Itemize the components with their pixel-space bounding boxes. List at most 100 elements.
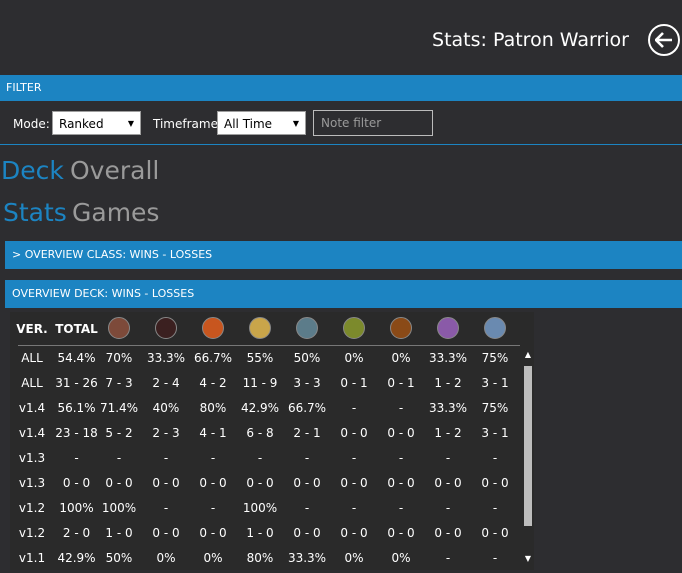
stat-cell: 0 - 0 — [387, 526, 415, 540]
stat-cell: - — [210, 451, 216, 465]
stat-cell: 0 - 0 — [387, 426, 415, 440]
arrow-left-icon — [655, 32, 672, 48]
stat-cell: 1 - 2 — [434, 426, 462, 440]
stat-cell: 75% — [481, 401, 509, 415]
mode-label: Mode: — [13, 117, 50, 131]
stat-cell: 0% — [344, 551, 364, 565]
stat-cell: 31 - 26 — [55, 376, 98, 390]
stat-cell: 1 - 0 — [105, 526, 133, 540]
stat-cell: 3 - 1 — [481, 426, 509, 440]
stat-cell: - — [163, 501, 169, 515]
tab-stats[interactable]: Stats — [3, 198, 67, 227]
rogue-icon — [155, 317, 177, 339]
stat-cell: 0 - 0 — [152, 476, 180, 490]
stat-cell: - — [492, 451, 498, 465]
priest-icon — [437, 317, 459, 339]
overview-class-header[interactable]: > OVERVIEW CLASS: WINS - LOSSES — [5, 241, 682, 269]
chevron-down-icon: ▼ — [127, 119, 134, 128]
table-row: v1.3 - - - - - - - - - - — [10, 446, 520, 471]
stat-cell: - — [445, 451, 451, 465]
column-header-total: TOTAL — [55, 322, 98, 336]
table-row: v1.4 56.1% 71.4% 40% 80% 42.9% 66.7% - - 33.3% 75% — [10, 396, 520, 421]
mode-select[interactable]: Ranked ▼ — [52, 111, 141, 135]
stat-cell: 3 - 3 — [293, 376, 321, 390]
table-row: ALL 54.4% 70% 33.3% 66.7% 55% 50% 0% 0% 33.3% 75% — [10, 346, 520, 371]
stat-cell: - — [163, 451, 169, 465]
stat-cell: - — [398, 401, 404, 415]
stat-cell: 0 - 0 — [246, 476, 274, 490]
stat-cell: 33.3% — [428, 351, 468, 365]
column-header-version: VER. — [16, 322, 48, 336]
stat-cell: 70% — [105, 351, 133, 365]
filter-section-header: FILTER — [0, 75, 682, 101]
back-button[interactable] — [648, 24, 680, 56]
stat-cell: 0 - 0 — [340, 426, 368, 440]
stat-cell: - — [445, 551, 451, 565]
stat-cell: 80% — [199, 401, 227, 415]
stat-cell: 100% — [242, 501, 278, 515]
stat-cell: 2 - 0 — [62, 526, 91, 540]
stat-cell: 100% — [101, 501, 137, 515]
table-row: ALL 31 - 26 7 - 3 2 - 4 4 - 2 11 - 9 3 - 3 0 - … — [10, 371, 520, 396]
vertical-scrollbar[interactable]: ▲ ▼ — [522, 350, 534, 570]
tab-deck[interactable]: Deck — [1, 156, 64, 185]
stat-cell: 1 - 0 — [246, 526, 274, 540]
stat-cell: - — [445, 501, 451, 515]
stat-cell: 71.4% — [99, 401, 139, 415]
timeframe-label: Timeframe: — [153, 117, 222, 131]
stat-cell: 0% — [156, 551, 176, 565]
stat-cell: - — [304, 451, 310, 465]
stat-cell: 66.7% — [287, 401, 327, 415]
stat-cell: 2 - 3 — [152, 426, 180, 440]
warlock-icon — [390, 317, 412, 339]
stat-cell: 33.3% — [287, 551, 327, 565]
paladin-icon — [249, 317, 271, 339]
stat-cell: 2 - 4 — [152, 376, 180, 390]
scrollbar-thumb[interactable] — [524, 366, 532, 526]
page-title: Stats: Patron Warrior — [432, 29, 629, 51]
stat-cell: - — [304, 501, 310, 515]
note-filter-input[interactable]: Note filter — [313, 110, 433, 136]
stat-cell: 100% — [59, 501, 94, 515]
stat-cell: 0 - 0 — [62, 476, 91, 490]
stat-cell: 56.1% — [57, 401, 96, 415]
mage-icon — [202, 317, 224, 339]
stat-cell: 50% — [105, 551, 133, 565]
stat-cell: 5 - 2 — [105, 426, 133, 440]
overview-deck-header[interactable]: OVERVIEW DECK: WINS - LOSSES — [5, 280, 682, 308]
stat-cell: 0 - 0 — [481, 526, 509, 540]
stat-cell: - — [74, 451, 79, 465]
stat-cell: 50% — [293, 351, 321, 365]
version-cell: v1.4 — [18, 426, 46, 440]
version-cell: ALL — [21, 351, 43, 365]
scroll-down-icon[interactable]: ▼ — [522, 554, 534, 563]
version-cell: v1.3 — [18, 476, 46, 490]
stat-cell: - — [398, 501, 404, 515]
stat-cell: 54.4% — [57, 351, 96, 365]
stat-cell: 0 - 1 — [387, 376, 415, 390]
stat-cell: 80% — [246, 551, 274, 565]
stat-cell: 23 - 18 — [55, 426, 98, 440]
table-row: v1.2 100% 100% - - 100% - - - - - — [10, 496, 520, 521]
scroll-up-icon[interactable]: ▲ — [522, 350, 534, 359]
stat-cell: 0 - 0 — [199, 476, 227, 490]
timeframe-select[interactable]: All Time ▼ — [217, 111, 306, 135]
stat-cell: 0 - 0 — [293, 526, 321, 540]
stat-cell: 0 - 0 — [293, 476, 321, 490]
tab-overall[interactable]: Overall — [70, 156, 159, 185]
stat-cell: - — [492, 501, 498, 515]
version-cell: v1.3 — [18, 451, 46, 465]
stat-cell: - — [351, 401, 357, 415]
stat-cell: 0% — [203, 551, 223, 565]
stats-table: VER. TOTAL ALL 54.4% 70% 33.3% 66.7% 55% 50% 0%… — [10, 312, 534, 570]
stat-cell: 4 - 2 — [199, 376, 227, 390]
table-row: v1.4 23 - 18 5 - 2 2 - 3 4 - 1 6 - 8 2 - 1 0 - … — [10, 421, 520, 446]
filter-divider — [0, 144, 682, 145]
version-cell: v1.2 — [18, 501, 46, 515]
version-cell: ALL — [21, 376, 43, 390]
tab-games[interactable]: Games — [72, 198, 159, 227]
timeframe-select-value: All Time — [224, 117, 273, 131]
stat-cell: 0 - 0 — [340, 526, 368, 540]
stat-cell: 0% — [391, 351, 411, 365]
stat-cell: 0% — [344, 351, 364, 365]
